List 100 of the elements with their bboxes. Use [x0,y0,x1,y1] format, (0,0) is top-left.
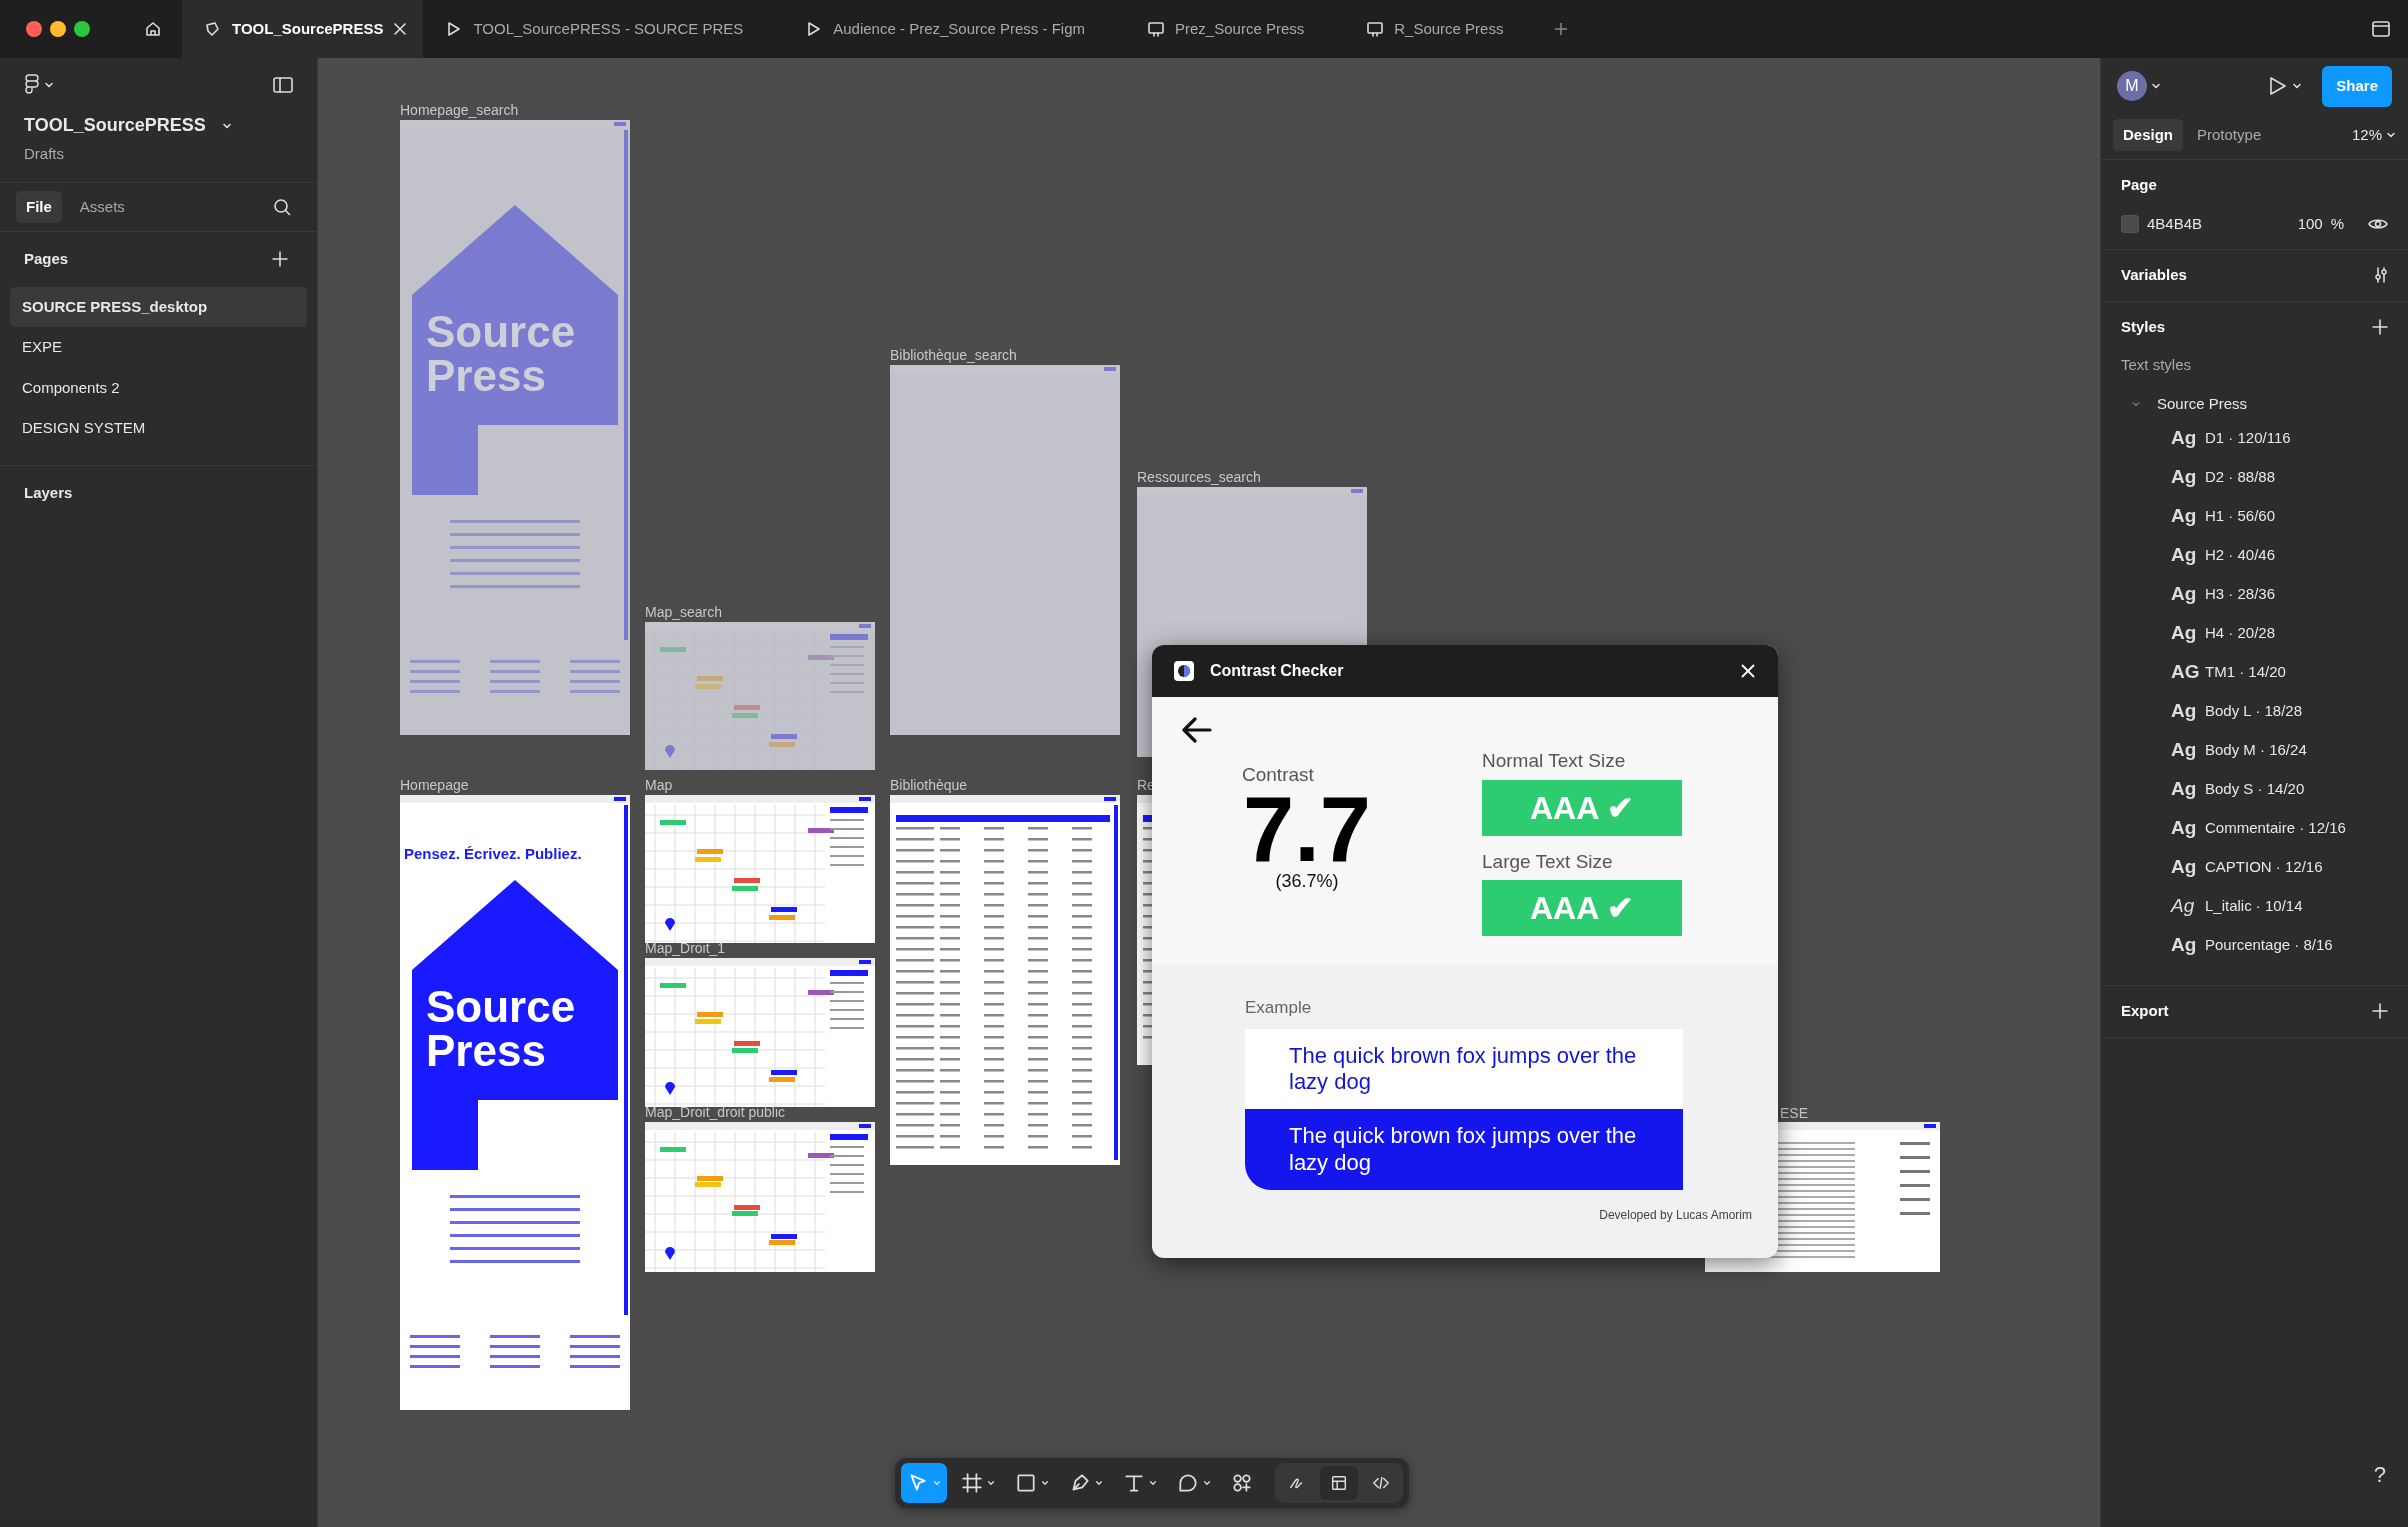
back-arrow-icon[interactable] [1182,717,1212,743]
layout-icon [1330,1474,1348,1492]
home-icon[interactable] [144,20,162,38]
text-style-item[interactable]: CAPTION · 12/16 [2205,856,2323,879]
slides-icon [1366,20,1385,38]
browser-tab[interactable]: R_Source Press [1344,0,1544,58]
panel-tab[interactable]: Prototype [2187,118,2272,151]
frame-label[interactable]: Map_Droit_1 [645,938,726,959]
frame-label[interactable]: Map [645,775,673,796]
style-sample: Ag [2171,543,2195,568]
frame-label[interactable]: Homepage_search [400,100,519,121]
app-logo-icon[interactable] [24,74,40,96]
example-label: Example [1245,997,1313,1019]
browser-tab[interactable]: TOOL_SourcePRESS [182,0,424,58]
frame-label[interactable]: Map_search [645,602,723,623]
browser-tab[interactable]: Audience - Prez_Source Press - Figm [783,0,1125,58]
sidebar-toggle-icon[interactable] [2372,21,2390,37]
style-sample: Ag [2171,933,2195,958]
eye-icon[interactable] [2368,216,2388,231]
frame-label[interactable]: Ressources_search [1137,467,1261,488]
tool-button[interactable] [901,1463,947,1503]
credit-text: Developed by Lucas Amorim [1599,1207,1752,1225]
page-item[interactable]: Components 2 [10,367,307,408]
grade-badge: AAA ✔ [1482,880,1682,936]
panel-tab[interactable]: Design [2113,118,2183,151]
frame-icon [961,1472,983,1494]
frame-label[interactable]: Bibliothèque_search [890,345,1017,366]
contrast-percentage: (36.7%) [1275,869,1339,893]
text-style-item[interactable]: H1 · 56/60 [2205,505,2276,528]
style-sample: Ag [2171,699,2195,724]
color-swatch[interactable] [2121,214,2139,233]
browser-tab[interactable]: Prez_Source Press [1125,0,1345,58]
file-location: Drafts [24,144,65,164]
page-heading: Page [2121,175,2158,195]
style-sample: Ag [2171,894,2195,919]
sliders-icon[interactable] [2374,266,2388,285]
text-styles-heading: Text styles [2121,355,2193,375]
style-sample: Ag [2171,426,2195,451]
text-style-item[interactable]: H2 · 40/46 [2205,544,2276,567]
page-item[interactable]: SOURCE PRESS_desktop [10,286,307,327]
panel-toggle-icon[interactable] [273,77,293,93]
export-heading: Export [2121,1001,2169,1021]
sidebar-tab[interactable]: File [16,190,62,223]
caret-icon [1095,1479,1103,1487]
layers-heading[interactable]: Layers [0,465,317,520]
text-style-item[interactable]: Pourcentage · 8/16 [2205,934,2333,957]
frame-headline: Pensez. Écrivez. Publiez. [404,844,582,864]
text-style-item[interactable]: Commentaire · 12/16 [2205,817,2346,840]
caret-icon [1149,1479,1157,1487]
window-control-button[interactable] [26,21,42,37]
text-style-item[interactable]: Body L · 18/28 [2205,700,2302,723]
contrast-ratio: 7.7 [1243,789,1371,868]
text-style-item[interactable]: Body S · 14/20 [2205,778,2305,801]
window-control-button[interactable] [74,21,90,37]
frame-label[interactable]: ESE [1780,1103,1808,1124]
pages-heading: Pages [24,249,69,269]
close-icon[interactable] [393,22,408,36]
text-style-item[interactable]: D1 · 120/116 [2205,427,2291,450]
caret-icon [933,1479,941,1487]
code-icon [1372,1474,1390,1492]
example-text: The quick brown fox jumps over the lazy dog [1245,1028,1683,1110]
text-style-item[interactable]: L_italic · 10/14 [2205,895,2303,918]
frame-label[interactable]: Map_Droit_droit public [645,1102,786,1123]
plugin-title: Contrast Checker [1210,661,1345,681]
style-sample: Ag [2171,738,2195,763]
text-style-item[interactable]: H4 · 20/28 [2205,622,2276,645]
style-sample: Ag [2171,816,2195,841]
style-group-name[interactable]: Source Press [2157,392,2248,415]
user-avatar[interactable]: M [2117,71,2147,102]
caret-icon[interactable] [44,80,54,90]
sidebar-tab[interactable]: Assets [69,190,135,223]
zoom-level[interactable]: 12% [2351,123,2382,146]
caret-icon [987,1479,995,1487]
text-style-item[interactable]: TM1 · 14/20 [2205,661,2286,684]
text-style-item[interactable]: H3 · 28/36 [2205,583,2276,606]
frame-label[interactable]: Homepage [400,775,469,796]
file-name[interactable]: TOOL_SourcePRESS [24,112,206,139]
caret-icon [1203,1479,1211,1487]
square-icon [1015,1472,1037,1494]
search-icon[interactable] [273,197,291,216]
styles-heading: Styles [2121,316,2166,337]
result-label: Large Text Size [1482,849,1614,874]
text-style-item[interactable]: Body M · 16/24 [2205,739,2307,762]
browser-tab[interactable]: TOOL_SourcePRESS - SOURCE PRES [423,0,784,58]
color-value[interactable]: 4B4B4B [2147,212,2290,235]
opacity-value[interactable]: 100 [2297,212,2323,235]
page-item[interactable]: EXPE [10,327,307,368]
mode-button[interactable] [1320,1466,1358,1500]
plus-icon[interactable] [1553,21,1570,37]
style-sample: Ag [2171,465,2195,490]
shapes-icon [1231,1472,1253,1494]
text-style-item[interactable]: D2 · 88/88 [2205,466,2276,489]
caret-icon [1041,1479,1049,1487]
comment-icon [1177,1472,1199,1494]
window-control-button[interactable] [50,21,66,37]
frame-label[interactable]: Bibliothèque [890,775,968,796]
page-item[interactable]: DESIGN SYSTEM [10,408,307,449]
variables-heading: Variables [2121,265,2187,285]
help-button[interactable]: ? [2373,1458,2386,1491]
slides-icon [1147,20,1165,38]
